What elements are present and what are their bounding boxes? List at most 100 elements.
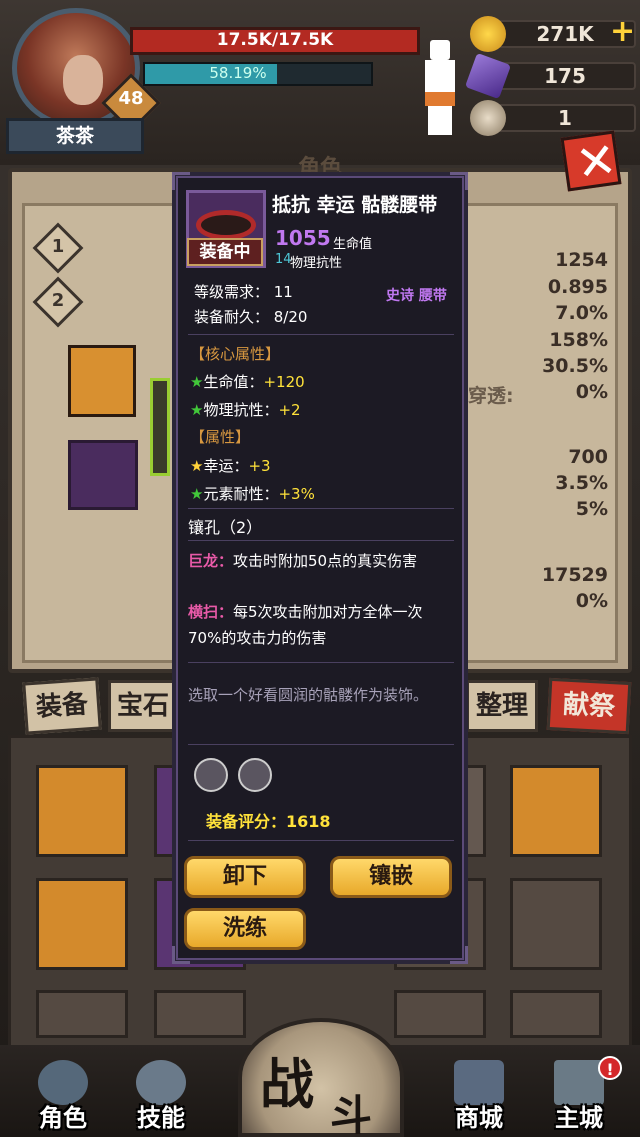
weapon-slot[interactable] [68, 440, 138, 510]
equipment-score: 装备评分：1618 [206, 808, 331, 832]
nav-skills[interactable]: 技能 [116, 1060, 206, 1132]
score-value: 1618 [286, 812, 331, 831]
tab-organize[interactable]: 整理 [466, 680, 538, 732]
equipped-badge: 装备中 [187, 238, 263, 266]
attr-stat-value: +3 [248, 457, 271, 475]
gold-amount: 271K [536, 22, 594, 46]
crystal-icon [464, 52, 512, 100]
ring-slot[interactable] [68, 345, 136, 417]
divider [188, 744, 454, 745]
inventory-slot[interactable] [510, 765, 602, 857]
notification-badge: ! [598, 1056, 622, 1080]
attr-stat-label: 元素耐性： [203, 485, 279, 503]
close-button[interactable]: ✕ [560, 130, 622, 193]
core-stat-value: +2 [278, 401, 301, 419]
gem-amount: 175 [544, 64, 586, 88]
hp-text: 17.5K/17.5K [216, 30, 334, 50]
divider [188, 540, 454, 541]
attr-stat-value: +3% [278, 485, 315, 503]
green-star-icon: ★ [190, 373, 204, 391]
tab-equipment[interactable]: 装备 [22, 677, 102, 735]
effect-dragon: 巨龙：攻击时附加50点的真实伤害 [188, 548, 454, 574]
bg-stat-value: 3.5% [555, 472, 608, 494]
inlay-button[interactable]: 镶嵌 [330, 856, 452, 898]
main-stat-value: 1055 [275, 226, 331, 250]
core-stat-label: 物理抗性： [203, 401, 279, 419]
core-stat-row: ★物理抗性：+2 [190, 399, 301, 420]
level-requirement: 等级需求： 11 [194, 283, 293, 301]
tooltip-corner [450, 946, 468, 964]
tooltip-corner [172, 172, 190, 190]
gem-resource: 175 [464, 52, 636, 100]
socket-gem-icon[interactable] [238, 758, 272, 792]
inventory-slot[interactable] [510, 990, 602, 1038]
battle-label-1: 战 [260, 1053, 314, 1116]
tooltip-corner [172, 946, 190, 964]
green-star-icon: ★ [190, 485, 204, 503]
effect-key: 巨龙： [188, 552, 234, 570]
attributes-header: 【属性】 [190, 428, 251, 446]
tab-sacrifice[interactable]: 献祭 [546, 677, 632, 735]
bg-stat-value: 5% [575, 498, 608, 520]
inventory-slot[interactable] [510, 878, 602, 970]
durability: 装备耐久： 8/20 [194, 308, 308, 326]
player-level: 48 [118, 88, 144, 109]
green-star-icon: ★ [190, 401, 204, 419]
bg-stat-value: 30.5% [542, 355, 608, 377]
bg-stat-value: 700 [568, 446, 608, 468]
battle-label-2: 斗 [330, 1091, 373, 1137]
nav-character-label: 角色 [39, 1104, 87, 1132]
ram-skull-icon [470, 100, 506, 136]
core-stat-row: ★生命值：+120 [190, 371, 305, 392]
avatar-face [63, 55, 103, 105]
divider [188, 508, 454, 509]
core-stat-label: 生命值： [203, 373, 264, 391]
inventory-slot[interactable] [36, 765, 128, 857]
effect-sweep: 横扫：每5次攻击附加对方全体一次70%的攻击力的伤害 [188, 599, 454, 651]
bg-stat-value: 7.0% [555, 302, 608, 324]
loadout-tab-2-label: 2 [51, 290, 65, 311]
inventory-slot[interactable] [394, 990, 486, 1038]
inventory-slot[interactable] [36, 878, 128, 970]
attr-stat-label: 幸运： [203, 457, 249, 475]
selected-slot[interactable] [150, 378, 170, 476]
add-gold-button[interactable]: + [610, 14, 635, 49]
bg-stat-value: 1254 [555, 249, 608, 271]
attr-stat-row: ★元素耐性：+3% [190, 483, 315, 504]
horn-amount: 1 [558, 106, 572, 130]
item-rarity: 史诗 腰带 [386, 288, 447, 304]
skull-belt-icon [196, 210, 256, 240]
exp-text: 58.19% [209, 64, 267, 82]
socket-gem-icon[interactable] [194, 758, 228, 792]
bg-stat-value: 0.895 [547, 276, 608, 298]
player-name: 茶茶 [6, 118, 144, 154]
inventory-slot[interactable] [36, 990, 128, 1038]
inventory-slot[interactable] [154, 990, 246, 1038]
divider [188, 334, 454, 335]
main-stat-label: 生命值 [333, 237, 373, 252]
yellow-star-icon: ★ [190, 457, 204, 475]
bg-stat-value: 0% [575, 590, 608, 612]
nav-shop[interactable]: 商城 [434, 1060, 524, 1132]
divider [188, 662, 454, 663]
nav-shop-label: 商城 [455, 1104, 503, 1132]
sockets-title: 镶孔（2） [188, 518, 263, 537]
flavor-text: 选取一个好看圆润的骷髅作为装饰。 [188, 686, 429, 704]
sub-stat-label: 物理抗性 [290, 256, 343, 271]
tab-treasure[interactable]: 宝石 [108, 680, 178, 732]
bg-stat-label: 穿透: [468, 385, 514, 407]
attr-stat-row: ★幸运：+3 [190, 455, 271, 476]
reforge-button[interactable]: 洗练 [184, 908, 306, 950]
divider [188, 840, 454, 841]
unequip-button[interactable]: 卸下 [184, 856, 306, 898]
nav-skills-label: 技能 [137, 1104, 185, 1132]
close-icon: ✕ [572, 131, 621, 193]
bg-stat-value: 158% [549, 329, 608, 351]
gold-coin-icon [470, 16, 506, 52]
item-name: 抵抗 幸运 骷髅腰带 [272, 194, 438, 216]
nav-character[interactable]: 角色 [18, 1060, 108, 1132]
core-attributes-header: 【核心属性】 [190, 345, 281, 363]
core-stat-value: +120 [263, 373, 305, 391]
character-silhouette-icon[interactable] [416, 40, 464, 135]
loadout-tab-1-label: 1 [51, 236, 65, 257]
